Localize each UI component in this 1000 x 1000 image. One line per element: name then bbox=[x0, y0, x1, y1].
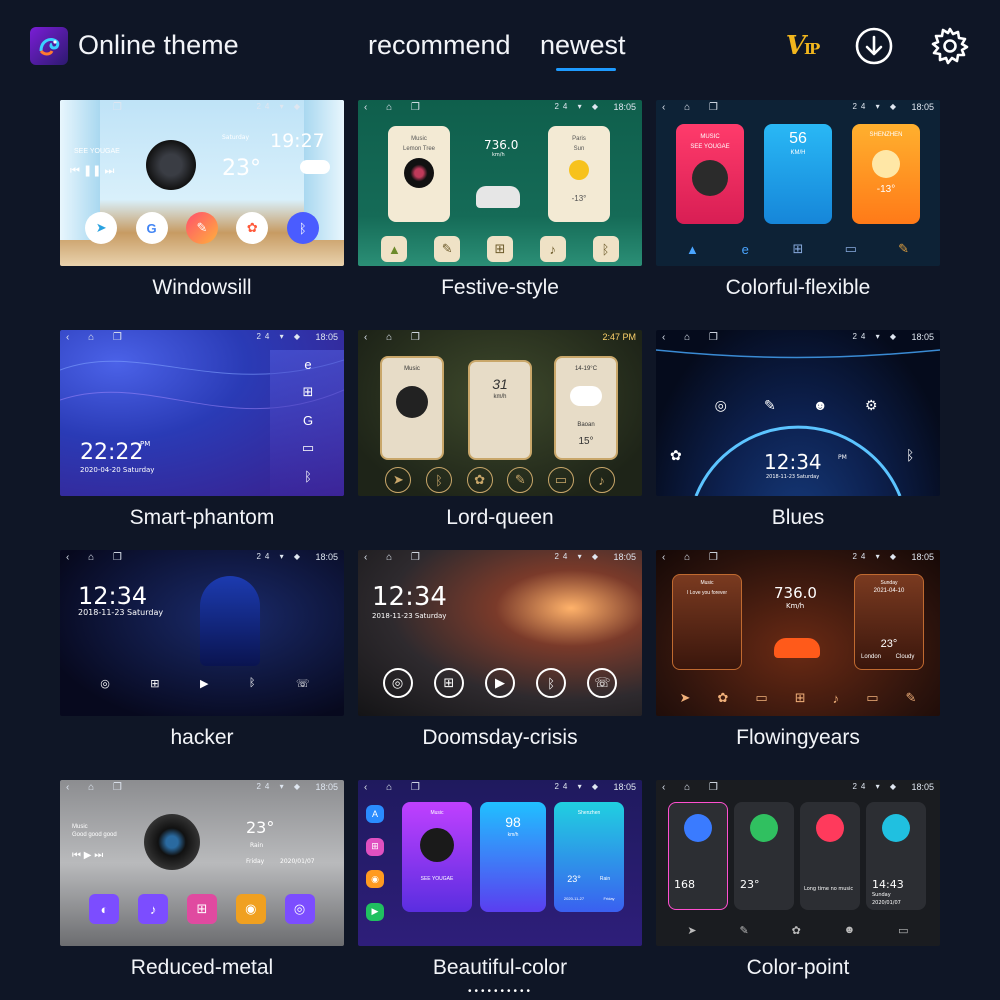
status-bar: ‹ ⌂ ❐24 ▾ ◆18:05 bbox=[66, 552, 338, 563]
theme-name: Reduced-metal bbox=[130, 956, 274, 979]
vip-icon: VIP bbox=[785, 31, 821, 61]
vip-button[interactable]: VIP bbox=[782, 26, 822, 66]
theme-preview[interactable]: ‹ ⌂ ❐ 24 ▾ ◆ 18:05 Music Good good good ⏮ … bbox=[60, 780, 344, 946]
theme-name: Flowingyears bbox=[736, 726, 860, 749]
theme-name: Windowsill bbox=[152, 276, 252, 299]
app-title: Online theme bbox=[78, 30, 239, 60]
theme-preview[interactable]: ‹ ⌂ ❐ 2:47 PM Music 31 km/h 14-19°C Baoan… bbox=[358, 330, 642, 496]
theme-preview[interactable]: ‹ ⌂ ❐ 24 ▾ ◆ 18:05 Music I Love you foreve… bbox=[656, 550, 940, 716]
tab-recommend[interactable]: recommend bbox=[368, 30, 511, 61]
status-bar: ‹ ⌂ ❐24 ▾ ◆18:05 bbox=[662, 102, 934, 113]
theme-card-windowsill[interactable]: ‹ ⌂ ❐24 ▾ ◆18:05 SEE YOUGAE ⏮ ❚❚ ⏭ 19:27… bbox=[60, 100, 346, 300]
status-bar: ‹ ⌂ ❐ 2:47 PM bbox=[364, 332, 636, 343]
page-indicator: •••••••••• bbox=[468, 986, 534, 997]
status-bar: ‹ ⌂ ❐24 ▾ ◆18:05 bbox=[364, 782, 636, 793]
theme-card-blues[interactable]: ‹ ⌂ ❐ 24 ▾ ◆ 18:05 12:34 PM 2018-11-23 Sat… bbox=[656, 330, 942, 530]
theme-preview[interactable]: ‹ ⌂ ❐ 24 ▾ ◆ 18:05 Music Lemon Tree 736.0 … bbox=[358, 100, 642, 266]
tab-newest[interactable]: newest bbox=[540, 30, 626, 61]
theme-name: hacker bbox=[170, 726, 234, 749]
theme-preview[interactable]: ‹ ⌂ ❐ 24 ▾ ◆ 18:05 A ⊞ ◉ ▶ Music SEE YOUGA… bbox=[358, 780, 642, 946]
chameleon-logo-icon bbox=[30, 27, 68, 65]
download-icon bbox=[855, 27, 893, 65]
status-bar: ‹ ⌂ ❐24 ▾ ◆18:05 bbox=[364, 102, 636, 113]
top-bar: Online theme recommend newest VIP bbox=[0, 0, 1000, 95]
theme-preview[interactable]: ‹ ⌂ ❐ 24 ▾ ◆ 18:05 12:34 PM 2018-11-23 Sat… bbox=[656, 330, 940, 496]
theme-card-beautiful-color[interactable]: ‹ ⌂ ❐ 24 ▾ ◆ 18:05 A ⊞ ◉ ▶ Music SEE YOUGA… bbox=[358, 780, 644, 980]
theme-card-lord-queen[interactable]: ‹ ⌂ ❐ 2:47 PM Music 31 km/h 14-19°C Baoan… bbox=[358, 330, 644, 530]
theme-name: Beautiful-color bbox=[432, 956, 568, 979]
theme-preview[interactable]: ‹ ⌂ ❐24 ▾ ◆18:05 SEE YOUGAE ⏮ ❚❚ ⏭ 19:27… bbox=[60, 100, 344, 266]
theme-preview[interactable]: ‹ ⌂ ❐ 24 ▾ ◆ 18:05 12:34 2018-11-23 Saturd… bbox=[60, 550, 344, 716]
theme-name: Color-point bbox=[746, 956, 850, 979]
status-bar: ‹ ⌂ ❐24 ▾ ◆18:05 bbox=[662, 552, 934, 563]
status-bar: ‹ ⌂ ❐24 ▾ ◆18:05 bbox=[66, 782, 338, 793]
status-bar: ‹ ⌂ ❐24 ▾ ◆18:05 bbox=[364, 552, 636, 563]
theme-preview[interactable]: ‹ ⌂ ❐ 24 ▾ ◆ 18:05 MUSIC SEE YOUGAE 56 KM/… bbox=[656, 100, 940, 266]
theme-name: Blues bbox=[771, 506, 825, 529]
theme-card-hacker[interactable]: ‹ ⌂ ❐ 24 ▾ ◆ 18:05 12:34 2018-11-23 Saturd… bbox=[60, 550, 346, 750]
theme-card-reduced-metal[interactable]: ‹ ⌂ ❐ 24 ▾ ◆ 18:05 Music Good good good ⏮ … bbox=[60, 780, 346, 980]
theme-card-colorful-flexible[interactable]: ‹ ⌂ ❐ 24 ▾ ◆ 18:05 MUSIC SEE YOUGAE 56 KM/… bbox=[656, 100, 942, 300]
theme-card-festive-style[interactable]: ‹ ⌂ ❐ 24 ▾ ◆ 18:05 Music Lemon Tree 736.0 … bbox=[358, 100, 644, 300]
theme-preview[interactable]: ‹ ⌂ ❐ 24 ▾ ◆ 18:05 22:22 PM 2020-04-20 Sat… bbox=[60, 330, 344, 496]
theme-card-doomsday-crisis[interactable]: ‹ ⌂ ❐ 24 ▾ ◆ 18:05 12:34 2018-11-23 Saturd… bbox=[358, 550, 644, 750]
theme-name: Lord-queen bbox=[446, 506, 554, 529]
theme-name: Festive-style bbox=[441, 276, 559, 299]
status-bar: ‹ ⌂ ❐24 ▾ ◆18:05 bbox=[662, 782, 934, 793]
theme-name: Colorful-flexible bbox=[725, 276, 871, 299]
gear-icon bbox=[931, 27, 969, 65]
theme-card-flowingyears[interactable]: ‹ ⌂ ❐ 24 ▾ ◆ 18:05 Music I Love you foreve… bbox=[656, 550, 942, 750]
theme-card-color-point[interactable]: ‹ ⌂ ❐ 24 ▾ ◆ 18:05 168 23° Long time no mu… bbox=[656, 780, 942, 980]
theme-name: Doomsday-crisis bbox=[422, 726, 578, 749]
theme-preview[interactable]: ‹ ⌂ ❐ 24 ▾ ◆ 18:05 168 23° Long time no mu… bbox=[656, 780, 940, 946]
selected-tab-indicator bbox=[556, 68, 616, 71]
theme-name: Smart-phantom bbox=[129, 506, 275, 529]
theme-card-smart-phantom[interactable]: ‹ ⌂ ❐ 24 ▾ ◆ 18:05 22:22 PM 2020-04-20 Sat… bbox=[60, 330, 346, 530]
status-bar: ‹ ⌂ ❐24 ▾ ◆18:05 bbox=[66, 102, 338, 113]
theme-preview[interactable]: ‹ ⌂ ❐ 24 ▾ ◆ 18:05 12:34 2018-11-23 Saturd… bbox=[358, 550, 642, 716]
settings-button[interactable] bbox=[930, 26, 970, 66]
download-button[interactable] bbox=[854, 26, 894, 66]
